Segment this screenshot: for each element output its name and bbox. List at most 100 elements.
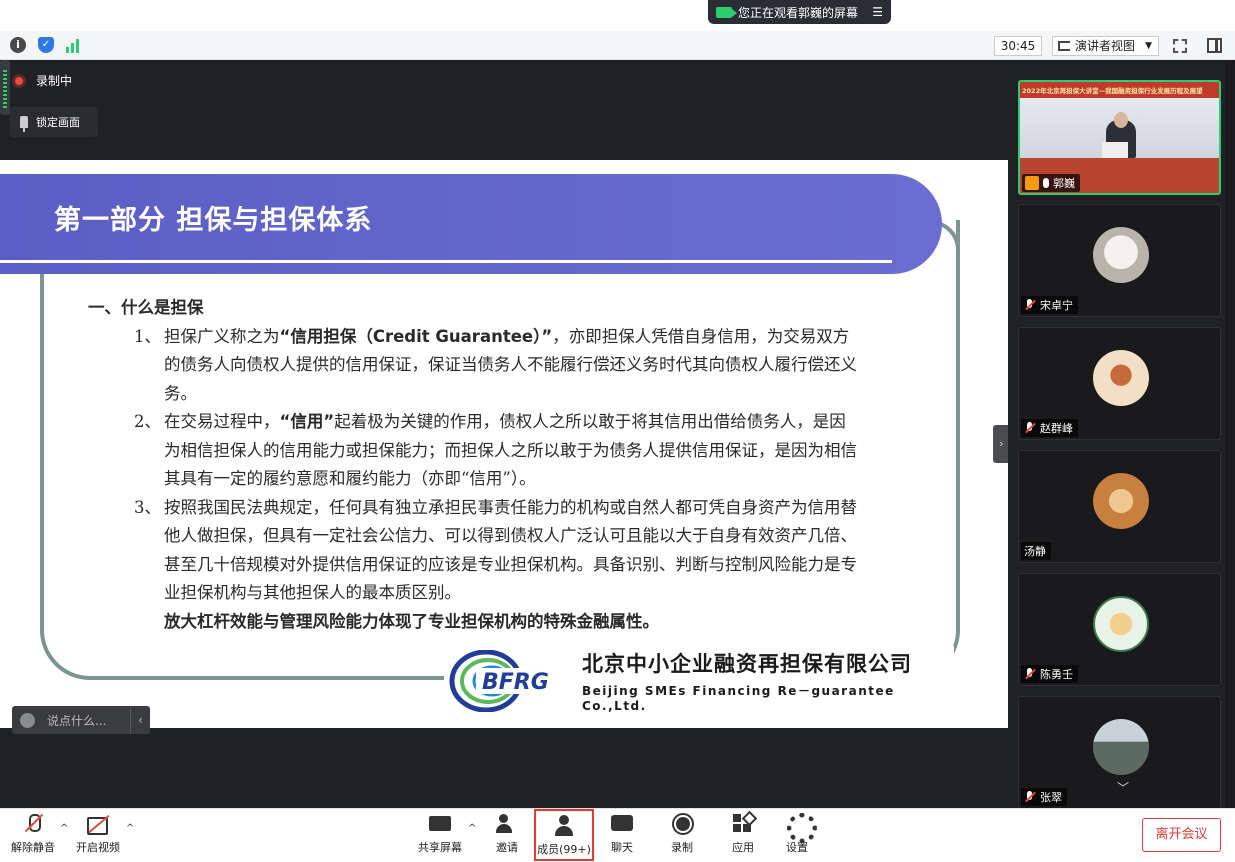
lock-view-label: 锁定画面 xyxy=(36,116,80,129)
chevron-up-icon[interactable]: ^ xyxy=(60,823,68,834)
start-video-button[interactable]: 开启视频 xyxy=(75,813,121,859)
lock-view-button[interactable]: 锁定画面 xyxy=(10,107,98,137)
slide-title: 第一部分 担保与担保体系 xyxy=(54,205,373,236)
meeting-control-bar: 解除静音 ^ 开启视频 ^ 共享屏幕 ^ 邀请 成员(99+) 聊天 录制 应用… xyxy=(0,808,1235,862)
muted-microphone-icon xyxy=(21,813,45,835)
screen-share-banner: 您正在观看郭巍的屏幕 ☰ xyxy=(708,0,891,24)
shield-icon[interactable]: ✓ xyxy=(38,37,54,53)
avatar xyxy=(1093,473,1149,529)
company-name-cn: 北京中小企业融资再担保有限公司 xyxy=(582,652,912,676)
paragraph-bold-text: 放大杠杆效能与管理风险能力体现了专业担保机构的特殊金融属性。 xyxy=(164,611,659,631)
unmute-button[interactable]: 解除静音 xyxy=(10,813,56,859)
muted-mic-icon xyxy=(1024,791,1036,803)
chevron-down-icon[interactable]: ﹀ xyxy=(1088,777,1158,799)
members-label: 成员(99+) xyxy=(537,843,591,856)
chat-input[interactable]: 说点什么... ‹ xyxy=(12,706,150,734)
participant-name: 陈勇壬 xyxy=(1040,668,1073,681)
chevron-up-icon[interactable]: ^ xyxy=(126,823,134,834)
recording-label: 录制中 xyxy=(36,74,73,88)
view-mode-select[interactable]: 演讲者视图 ▼ xyxy=(1052,36,1159,56)
audio-level-indicator xyxy=(0,60,10,115)
chat-button[interactable]: 聊天 xyxy=(608,813,636,859)
recording-indicator: 录制中 xyxy=(12,72,72,89)
record-button[interactable]: 录制 xyxy=(668,813,696,859)
participant-name: 汤静 xyxy=(1024,545,1046,558)
participant-tile[interactable]: 宋卓宁 xyxy=(1018,204,1221,317)
pin-icon xyxy=(20,116,28,132)
leave-meeting-button[interactable]: 离开会议 xyxy=(1142,818,1221,852)
muted-mic-icon xyxy=(1024,668,1036,680)
shared-screen-area: 录制中 锁定画面 第一部分 担保与担保体系 一、什么是担保 1、 担保广义称之为“… xyxy=(0,60,1010,808)
settings-button[interactable]: 设置 xyxy=(783,813,817,859)
info-icon[interactable]: i xyxy=(10,37,26,53)
video-off-icon xyxy=(86,813,110,835)
view-mode-label: 演讲者视图 xyxy=(1075,39,1136,53)
record-label: 录制 xyxy=(671,841,693,854)
host-person-icon xyxy=(1025,176,1039,190)
invite-button[interactable]: 邀请 xyxy=(493,813,521,859)
share-screen-button[interactable]: 共享屏幕 xyxy=(417,813,463,859)
participant-tile[interactable]: 汤静 xyxy=(1018,450,1221,563)
slide-paragraph: 3、 按照我国民法典规定，任何具有独立承担民事责任能力的机构或自然人都可凭自身资产… xyxy=(88,494,858,637)
paragraph-bold-text: “信用” xyxy=(279,412,335,431)
logo-mark-text: BFRG xyxy=(482,670,549,695)
slide-header-divider xyxy=(0,260,892,263)
members-button[interactable]: 成员(99+) xyxy=(534,809,594,861)
apps-button[interactable]: 应用 xyxy=(729,813,757,859)
participant-tile[interactable]: 赵群峰 xyxy=(1018,327,1221,440)
participant-name-tag: 郭巍 xyxy=(1022,174,1080,192)
company-logo: BFRG 北京中小企业融资再担保有限公司 Beijing SMEs Financ… xyxy=(444,646,954,716)
avatar xyxy=(1093,227,1149,283)
slide-paragraph: 1、 担保广义称之为“信用担保（Credit Guarantee）”，亦即担保人凭… xyxy=(88,323,858,409)
avatar xyxy=(1093,350,1149,406)
avatar xyxy=(1093,596,1149,652)
paragraph-bold-text: “信用担保（Credit Guarantee）” xyxy=(279,326,553,346)
chat-icon xyxy=(610,813,634,835)
participant-name: 赵群峰 xyxy=(1040,422,1073,435)
paragraph-text: 担保广义称之为 xyxy=(164,326,280,346)
chevron-left-icon[interactable]: ‹ xyxy=(130,706,150,734)
participant-name: 张翠 xyxy=(1040,791,1062,804)
paragraph-number: 1、 xyxy=(134,326,161,346)
presentation-slide: 第一部分 担保与担保体系 一、什么是担保 1、 担保广义称之为“信用担保（Cred… xyxy=(0,160,1008,728)
paragraph-number: 2、 xyxy=(134,412,161,431)
company-name-en: Beijing SMEs Financing Re－guarantee Co.,… xyxy=(582,684,895,713)
record-icon xyxy=(670,813,694,835)
add-user-icon xyxy=(495,813,519,835)
chevron-down-icon: ▼ xyxy=(1145,41,1152,51)
share-screen-label: 共享屏幕 xyxy=(418,841,462,854)
microphone-icon xyxy=(1043,178,1049,188)
participant-name: 宋卓宁 xyxy=(1040,299,1073,312)
slide-paragraph: 2、 在交易过程中，“信用”起着极为关键的作用，债权人之所以敢于将其信用出借给债务… xyxy=(88,408,858,494)
bfrg-logo-icon: BFRG xyxy=(449,650,576,712)
avatar xyxy=(1093,719,1149,775)
chat-placeholder: 说点什么... xyxy=(47,713,107,728)
apps-icon xyxy=(731,813,755,835)
speaker-view-icon xyxy=(1058,41,1070,51)
slide-subtitle: 一、什么是担保 xyxy=(88,298,204,317)
sidebar-toggle-icon[interactable] xyxy=(1207,38,1222,53)
participant-name-tag: 陈勇壬 xyxy=(1021,665,1078,683)
menu-icon[interactable]: ☰ xyxy=(872,5,883,19)
signal-icon[interactable] xyxy=(66,37,82,53)
share-camera-icon xyxy=(716,6,737,18)
speaker-head xyxy=(1114,112,1128,128)
active-speaker-tile[interactable]: 2022年北京再担保大讲堂—我国融资担保行业发展历程及展望 郭巍 xyxy=(1018,80,1221,195)
paragraph-text: 按照我国民法典规定，任何具有独立承担民事责任能力的机构或自然人都可凭自身资产为信… xyxy=(164,497,857,603)
chevron-up-icon[interactable]: ^ xyxy=(468,823,476,834)
paragraph-number: 3、 xyxy=(134,497,161,517)
gear-icon xyxy=(785,813,817,843)
emoji-icon[interactable] xyxy=(20,712,35,728)
meeting-timer: 30:45 xyxy=(994,36,1042,56)
invite-label: 邀请 xyxy=(496,841,518,854)
share-screen-icon xyxy=(428,813,452,835)
participant-tile[interactable]: 陈勇壬 xyxy=(1018,573,1221,686)
members-icon xyxy=(552,815,576,837)
paragraph-text: 在交易过程中， xyxy=(164,412,280,431)
meeting-top-toolbar: i ✓ 30:45 演讲者视图 ▼ xyxy=(0,31,1235,60)
muted-mic-icon xyxy=(1024,422,1036,434)
fullscreen-icon[interactable] xyxy=(1173,39,1187,53)
participant-name: 郭巍 xyxy=(1053,177,1075,190)
muted-mic-icon xyxy=(1024,299,1036,311)
share-banner-text: 您正在观看郭巍的屏幕 xyxy=(738,5,859,20)
